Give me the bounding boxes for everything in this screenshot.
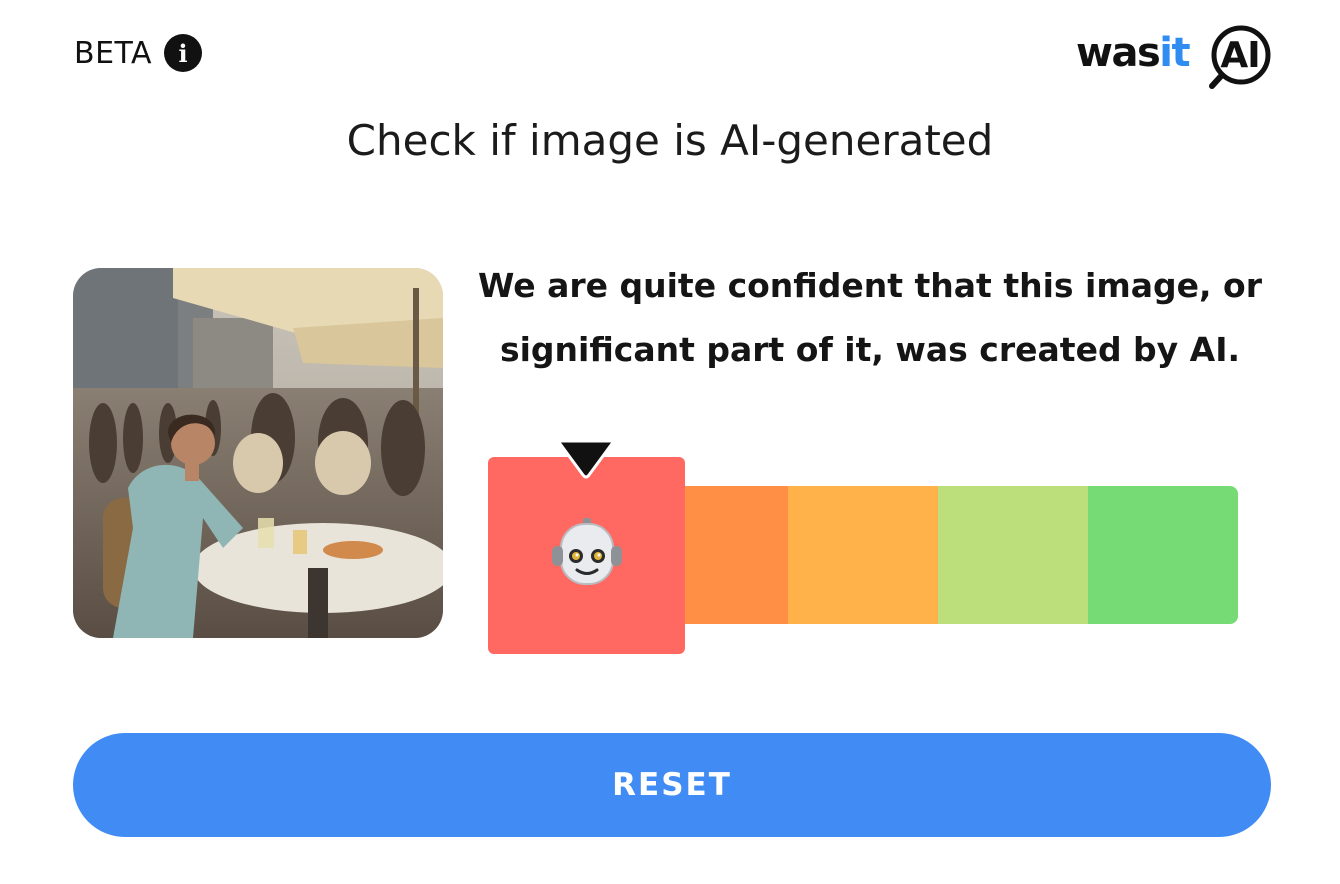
robot-icon <box>551 517 622 585</box>
logo-part-it: it <box>1159 30 1190 76</box>
page-title: Check if image is AI-generated <box>346 116 994 165</box>
beta-label: BETA <box>74 35 153 71</box>
cafe-photo <box>73 268 443 638</box>
meter-segment-likely-human <box>938 486 1088 624</box>
pointer-triangle-icon <box>556 439 616 479</box>
uploaded-image <box>73 268 443 638</box>
selected-level-indicator <box>488 457 685 654</box>
logo-text: wasit <box>1076 30 1191 76</box>
logo[interactable]: wasit AI <box>1076 18 1276 92</box>
meter-segment-uncertain <box>788 486 938 624</box>
info-icon[interactable]: i <box>164 34 203 72</box>
logo-part-was: was <box>1076 30 1161 76</box>
reset-button[interactable]: RESET <box>73 733 1271 837</box>
page: BETA i wasit AI Check if image is AI-gen… <box>0 0 1340 884</box>
beta-badge: BETA i <box>74 34 203 72</box>
logo-part-ai: AI <box>1220 34 1260 76</box>
verdict-text: We are quite confident that this image, … <box>470 254 1270 382</box>
meter-segment-human <box>1088 486 1238 624</box>
verdict-line-2: significant part of it, was created by A… <box>499 330 1241 369</box>
verdict-line-1: We are quite confident that this image, … <box>478 266 1262 305</box>
